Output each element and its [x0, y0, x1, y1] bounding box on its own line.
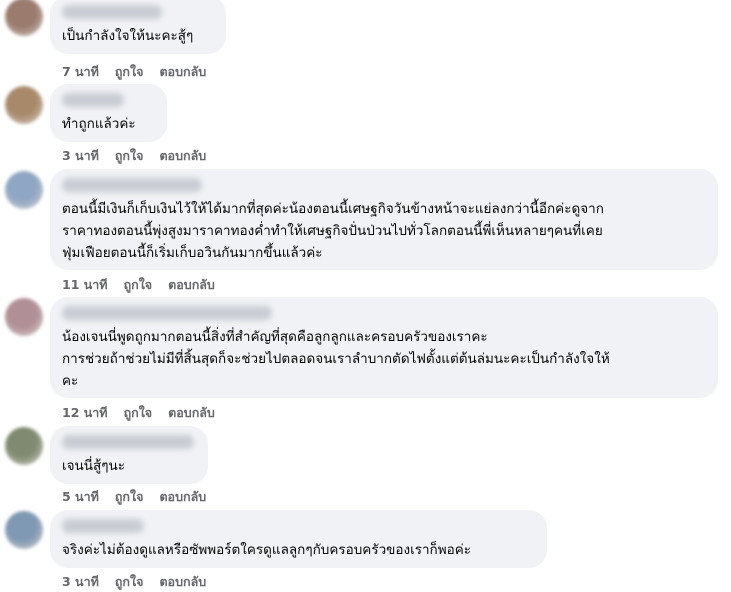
- comment-bubble: น้องเจนนี่พูดถูกมากตอนนี้สิ่งที่สำคัญที่…: [50, 297, 718, 398]
- like-link[interactable]: ถูกใจ: [115, 146, 144, 166]
- comment-bubble: ตอนนี้มีเงินก็เก็บเงินไว้ให้ได้มากที่สุด…: [50, 169, 718, 270]
- comment-actions: 5 นาที ถูกใจ ตอบกลับ: [62, 487, 206, 507]
- reply-link[interactable]: ตอบกลับ: [168, 275, 215, 295]
- reply-link[interactable]: ตอบกลับ: [168, 403, 215, 423]
- commenter-name-blurred[interactable]: [62, 178, 202, 192]
- comment-actions: 7 นาที ถูกใจ ตอบกลับ: [62, 62, 206, 82]
- avatar[interactable]: [5, 86, 43, 124]
- comment-text: เป็นกำลังใจให้นะคะสู้ๆ: [62, 28, 194, 44]
- like-link[interactable]: ถูกใจ: [124, 275, 153, 295]
- comment-bubble: เป็นกำลังใจให้นะคะสู้ๆ: [50, 0, 226, 54]
- comment-text: ตอนนี้มีเงินก็เก็บเงินไว้ให้ได้มากที่สุด…: [62, 201, 604, 261]
- comment-text: จริงค่ะไม่ต้องดูแลหรือซัพพอร์ตใครดูแลลูก…: [62, 542, 471, 558]
- commenter-name-blurred[interactable]: [62, 519, 144, 533]
- comment-actions: 12 นาที ถูกใจ ตอบกลับ: [62, 403, 215, 423]
- comment-actions: 11 นาที ถูกใจ ตอบกลับ: [62, 275, 215, 295]
- avatar[interactable]: [5, 427, 43, 465]
- comment-time[interactable]: 3 นาที: [62, 146, 99, 166]
- like-link[interactable]: ถูกใจ: [124, 403, 153, 423]
- commenter-name-blurred[interactable]: [62, 306, 272, 320]
- comment-bubble: เจนนี่สู้ๆนะ: [50, 426, 208, 484]
- avatar[interactable]: [5, 298, 43, 336]
- avatar[interactable]: [5, 511, 43, 549]
- comment-text: น้องเจนนี่พูดถูกมากตอนนี้สิ่งที่สำคัญที่…: [62, 329, 610, 389]
- comment-actions: 3 นาที ถูกใจ ตอบกลับ: [62, 572, 206, 592]
- comment-time[interactable]: 7 นาที: [62, 62, 99, 82]
- comment-text: ทำถูกแล้วค่ะ: [62, 116, 136, 132]
- comment-time[interactable]: 12 นาที: [62, 403, 108, 423]
- comment-bubble: จริงค่ะไม่ต้องดูแลหรือซัพพอร์ตใครดูแลลูก…: [50, 510, 547, 568]
- like-link[interactable]: ถูกใจ: [115, 487, 144, 507]
- reply-link[interactable]: ตอบกลับ: [159, 572, 206, 592]
- commenter-name-blurred[interactable]: [62, 93, 124, 107]
- like-link[interactable]: ถูกใจ: [115, 62, 144, 82]
- comment-time[interactable]: 11 นาที: [62, 275, 108, 295]
- reply-link[interactable]: ตอบกลับ: [159, 487, 206, 507]
- avatar[interactable]: [5, 171, 43, 209]
- avatar[interactable]: [5, 0, 43, 36]
- commenter-name-blurred[interactable]: [62, 5, 162, 19]
- reply-link[interactable]: ตอบกลับ: [159, 146, 206, 166]
- comment-time[interactable]: 3 นาที: [62, 572, 99, 592]
- comment-bubble: ทำถูกแล้วค่ะ: [50, 84, 167, 142]
- comment-actions: 3 นาที ถูกใจ ตอบกลับ: [62, 146, 206, 166]
- comment-time[interactable]: 5 นาที: [62, 487, 99, 507]
- comment-text: เจนนี่สู้ๆนะ: [62, 458, 125, 474]
- like-link[interactable]: ถูกใจ: [115, 572, 144, 592]
- commenter-name-blurred[interactable]: [62, 435, 194, 449]
- reply-link[interactable]: ตอบกลับ: [159, 62, 206, 82]
